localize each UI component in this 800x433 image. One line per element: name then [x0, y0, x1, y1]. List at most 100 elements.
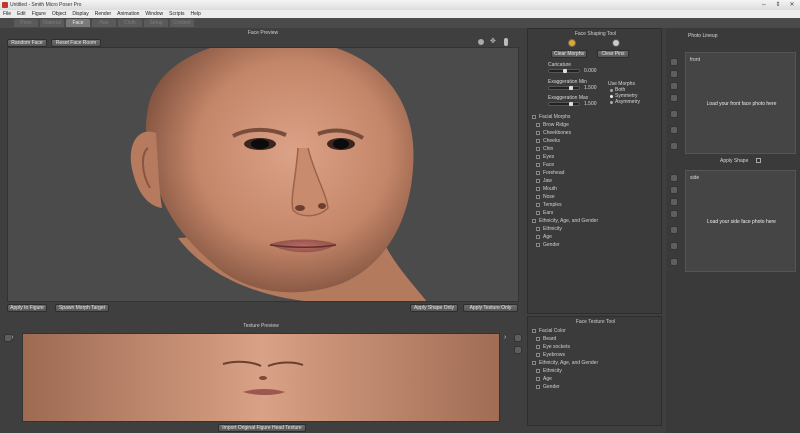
- tree-row-tex-ethnicity-age-gender[interactable]: Ethnicity, Age, and Gender: [530, 359, 660, 367]
- tree-row-tex-age[interactable]: Age: [530, 375, 660, 383]
- texture-arrow-left-icon[interactable]: ›: [11, 334, 13, 341]
- front-settings-icon[interactable]: [670, 142, 678, 150]
- front-photo-box[interactable]: front Load your front face photo here: [685, 52, 796, 154]
- side-hand-icon[interactable]: [670, 210, 678, 218]
- tree-row-forehead[interactable]: Forehead: [530, 169, 660, 177]
- close-icon[interactable]: ✕: [786, 1, 798, 9]
- tab-face[interactable]: Face: [66, 19, 90, 27]
- front-face-icon[interactable]: [670, 126, 678, 134]
- title-bar: Untitled - Smith Micro Poser Pro ⇔ ⇕ ✕: [0, 0, 800, 10]
- import-original-texture-button[interactable]: Import Original Figure Head Texture: [218, 424, 306, 432]
- exaggeration-max-label: Exaggeration Max: [548, 95, 589, 101]
- room-tabs: Pose Material Face Hair Cloth Setup Cont…: [0, 18, 800, 28]
- tab-setup[interactable]: Setup: [144, 19, 168, 27]
- tree-row-face[interactable]: Face: [530, 161, 660, 169]
- side-rotate-icon[interactable]: [670, 226, 678, 234]
- tree-row-chin[interactable]: Chin: [530, 145, 660, 153]
- texture-tool-title: Face Texture Tool: [575, 319, 616, 325]
- menu-window[interactable]: Window: [142, 10, 166, 18]
- rotate-icon[interactable]: [478, 39, 484, 45]
- tree-row-tex-ethnicity[interactable]: Ethnicity: [530, 367, 660, 375]
- menu-help[interactable]: Help: [187, 10, 203, 18]
- tree-row-temples[interactable]: Temples: [530, 201, 660, 209]
- photo-lineup-title: Photo Lineup: [688, 33, 718, 39]
- front-save-icon[interactable]: [670, 70, 678, 78]
- caricature-slider[interactable]: [548, 69, 580, 73]
- apply-shape-checkbox[interactable]: [756, 158, 761, 163]
- radio-both[interactable]: [610, 89, 613, 92]
- tree-row-jaw[interactable]: Jaw: [530, 177, 660, 185]
- tree-row-ethnicity[interactable]: Ethnicity: [530, 225, 660, 233]
- tab-content[interactable]: Content: [170, 19, 194, 27]
- tree-row-age[interactable]: Age: [530, 233, 660, 241]
- menu-edit[interactable]: Edit: [14, 10, 29, 18]
- apply-texture-only-button[interactable]: Apply Texture Only: [463, 304, 518, 312]
- tree-row-eyebrows[interactable]: Eyebrows: [530, 351, 660, 359]
- apply-shape-only-button[interactable]: Apply Shape Only: [410, 304, 458, 312]
- radio-symmetry[interactable]: [610, 95, 613, 98]
- side-save-icon[interactable]: [670, 186, 678, 194]
- front-hand-icon[interactable]: [670, 94, 678, 102]
- exaggeration-min-value[interactable]: 1.500: [584, 85, 597, 91]
- side-load-photo-icon[interactable]: [670, 174, 678, 182]
- reset-face-room-button[interactable]: Reset Face Room: [51, 39, 101, 47]
- side-zoom-icon[interactable]: [670, 198, 678, 206]
- texture-arrow-right-icon[interactable]: ›: [504, 334, 506, 341]
- restore-icon[interactable]: ⇔: [758, 1, 770, 9]
- tab-pose[interactable]: Pose: [14, 19, 38, 27]
- side-settings-icon[interactable]: [670, 258, 678, 266]
- radio-asymmetry[interactable]: [610, 101, 613, 104]
- face-preview-viewport[interactable]: [7, 47, 519, 302]
- menu-display[interactable]: Display: [69, 10, 91, 18]
- front-load-photo-icon[interactable]: [670, 58, 678, 66]
- front-rotate-icon[interactable]: [670, 110, 678, 118]
- tree-row-nose[interactable]: Nose: [530, 193, 660, 201]
- tree-row-eye-sockets[interactable]: Eye sockets: [530, 343, 660, 351]
- tree-row-gender[interactable]: Gender: [530, 241, 660, 249]
- tree-row-eyes[interactable]: Eyes: [530, 153, 660, 161]
- tree-row-brow-ridge[interactable]: Brow Ridge: [530, 121, 660, 129]
- front-zoom-icon[interactable]: [670, 82, 678, 90]
- spawn-morph-target-button[interactable]: Spawn Morph Target: [55, 304, 109, 312]
- save-texture-icon[interactable]: [514, 334, 522, 342]
- zoom-icon[interactable]: [504, 38, 508, 46]
- texture-options-icon[interactable]: [514, 346, 522, 354]
- menu-object[interactable]: Object: [49, 10, 69, 18]
- tab-hair[interactable]: Hair: [92, 19, 116, 27]
- menu-animation[interactable]: Animation: [114, 10, 142, 18]
- tree-row-cheeks[interactable]: Cheeks: [530, 137, 660, 145]
- exaggeration-max-slider[interactable]: [548, 102, 580, 106]
- clear-pins-button[interactable]: Clear Pins: [597, 50, 629, 58]
- exaggeration-min-slider[interactable]: [548, 86, 580, 90]
- exaggeration-min-label: Exaggeration Min: [548, 79, 587, 85]
- tab-cloth[interactable]: Cloth: [118, 19, 142, 27]
- tree-row-ethnicity-age-gender[interactable]: Ethnicity, Age, and Gender: [530, 217, 660, 225]
- tree-row-tex-gender[interactable]: Gender: [530, 383, 660, 391]
- facial-morphs-tree: Facial Morphs Brow Ridge Cheekbones Chee…: [530, 113, 660, 313]
- morph-brush-icon[interactable]: [568, 39, 576, 47]
- apply-to-figure-button[interactable]: Apply to Figure: [7, 304, 47, 312]
- tree-row-beard[interactable]: Beard: [530, 335, 660, 343]
- side-face-icon[interactable]: [670, 242, 678, 250]
- tree-row-ears[interactable]: Ears: [530, 209, 660, 217]
- pin-icon[interactable]: [612, 39, 620, 47]
- front-photo-label: front: [690, 57, 701, 63]
- tree-row-cheekbones[interactable]: Cheekbones: [530, 129, 660, 137]
- move-icon[interactable]: ✥: [490, 38, 496, 46]
- menu-scripts[interactable]: Scripts: [166, 10, 187, 18]
- tree-row-mouth[interactable]: Mouth: [530, 185, 660, 193]
- face-preview-title: Face Preview: [247, 30, 279, 36]
- caricature-value[interactable]: 0.000: [584, 68, 597, 74]
- side-photo-box[interactable]: side Load your side face photo here: [685, 170, 796, 272]
- face-texture-tool-panel: Face Texture Tool Facial Color Beard Eye…: [527, 316, 662, 426]
- random-face-button[interactable]: Random Face: [7, 39, 47, 47]
- clear-morphs-button[interactable]: Clear Morphs: [551, 50, 587, 58]
- menu-figure[interactable]: Figure: [29, 10, 49, 18]
- menu-render[interactable]: Render: [92, 10, 114, 18]
- exaggeration-max-value[interactable]: 1.500: [584, 101, 597, 107]
- maximize-icon[interactable]: ⇕: [772, 1, 784, 9]
- tree-row-facial-morphs[interactable]: Facial Morphs: [530, 113, 660, 121]
- menu-file[interactable]: File: [0, 10, 14, 18]
- tree-row-facial-color[interactable]: Facial Color: [530, 327, 660, 335]
- tab-material[interactable]: Material: [40, 19, 64, 27]
